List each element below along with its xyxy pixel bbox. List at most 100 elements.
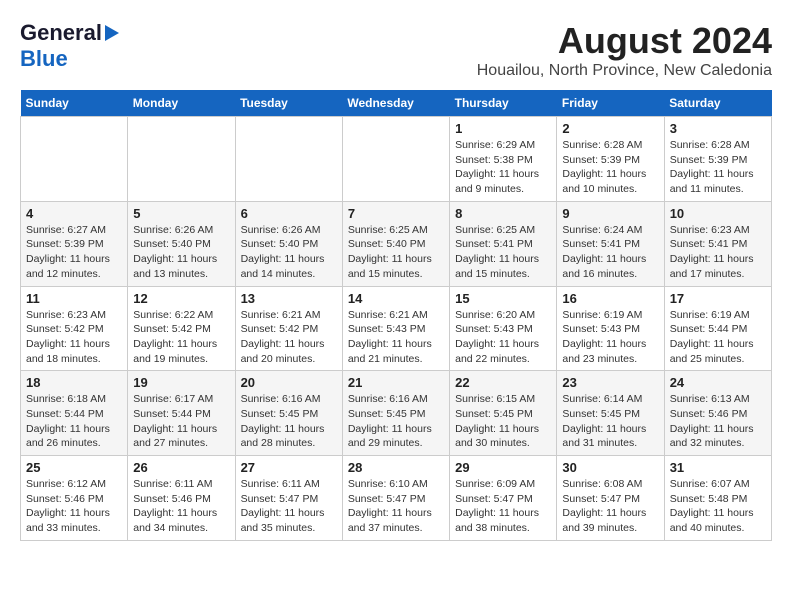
week-row-3: 11 Sunrise: 6:23 AMSunset: 5:42 PMDayligh… bbox=[21, 286, 772, 371]
day-info: Sunrise: 6:19 AMSunset: 5:43 PMDaylight:… bbox=[562, 308, 658, 367]
calendar-cell: 9 Sunrise: 6:24 AMSunset: 5:41 PMDaylight… bbox=[557, 201, 664, 286]
day-info: Sunrise: 6:21 AMSunset: 5:43 PMDaylight:… bbox=[348, 308, 444, 367]
calendar-cell: 1 Sunrise: 6:29 AMSunset: 5:38 PMDaylight… bbox=[450, 117, 557, 202]
day-number: 5 bbox=[133, 206, 229, 221]
calendar-cell: 18 Sunrise: 6:18 AMSunset: 5:44 PMDayligh… bbox=[21, 371, 128, 456]
day-number: 22 bbox=[455, 375, 551, 390]
day-info: Sunrise: 6:25 AMSunset: 5:40 PMDaylight:… bbox=[348, 223, 444, 282]
calendar-cell: 25 Sunrise: 6:12 AMSunset: 5:46 PMDayligh… bbox=[21, 456, 128, 541]
calendar-table: SundayMondayTuesdayWednesdayThursdayFrid… bbox=[20, 90, 772, 541]
calendar-cell: 12 Sunrise: 6:22 AMSunset: 5:42 PMDayligh… bbox=[128, 286, 235, 371]
day-info: Sunrise: 6:11 AMSunset: 5:46 PMDaylight:… bbox=[133, 477, 229, 536]
day-number: 25 bbox=[26, 460, 122, 475]
logo-blue: Blue bbox=[20, 46, 68, 72]
day-number: 6 bbox=[241, 206, 337, 221]
day-info: Sunrise: 6:28 AMSunset: 5:39 PMDaylight:… bbox=[562, 138, 658, 197]
day-number: 17 bbox=[670, 291, 766, 306]
calendar-cell: 21 Sunrise: 6:16 AMSunset: 5:45 PMDayligh… bbox=[342, 371, 449, 456]
day-info: Sunrise: 6:21 AMSunset: 5:42 PMDaylight:… bbox=[241, 308, 337, 367]
day-number: 26 bbox=[133, 460, 229, 475]
day-info: Sunrise: 6:10 AMSunset: 5:47 PMDaylight:… bbox=[348, 477, 444, 536]
day-number: 19 bbox=[133, 375, 229, 390]
calendar-cell: 13 Sunrise: 6:21 AMSunset: 5:42 PMDayligh… bbox=[235, 286, 342, 371]
day-header-tuesday: Tuesday bbox=[235, 90, 342, 117]
week-row-2: 4 Sunrise: 6:27 AMSunset: 5:39 PMDaylight… bbox=[21, 201, 772, 286]
calendar-cell: 2 Sunrise: 6:28 AMSunset: 5:39 PMDaylight… bbox=[557, 117, 664, 202]
day-header-saturday: Saturday bbox=[664, 90, 771, 117]
calendar-cell: 4 Sunrise: 6:27 AMSunset: 5:39 PMDaylight… bbox=[21, 201, 128, 286]
day-number: 20 bbox=[241, 375, 337, 390]
day-info: Sunrise: 6:16 AMSunset: 5:45 PMDaylight:… bbox=[348, 392, 444, 451]
calendar-cell: 27Sunrise: 6:11 AMSunset: 5:47 PMDayligh… bbox=[235, 456, 342, 541]
day-info: Sunrise: 6:08 AMSunset: 5:47 PMDaylight:… bbox=[562, 477, 658, 536]
day-number: 18 bbox=[26, 375, 122, 390]
calendar-cell: 17Sunrise: 6:19 AMSunset: 5:44 PMDayligh… bbox=[664, 286, 771, 371]
day-info: Sunrise: 6:22 AMSunset: 5:42 PMDaylight:… bbox=[133, 308, 229, 367]
calendar-cell: 10 Sunrise: 6:23 AMSunset: 5:41 PMDayligh… bbox=[664, 201, 771, 286]
calendar-cell: 14 Sunrise: 6:21 AMSunset: 5:43 PMDayligh… bbox=[342, 286, 449, 371]
day-info: Sunrise: 6:27 AMSunset: 5:39 PMDaylight:… bbox=[26, 223, 122, 282]
day-info: Sunrise: 6:24 AMSunset: 5:41 PMDaylight:… bbox=[562, 223, 658, 282]
calendar-cell: 15 Sunrise: 6:20 AMSunset: 5:43 PMDayligh… bbox=[450, 286, 557, 371]
week-row-4: 18 Sunrise: 6:18 AMSunset: 5:44 PMDayligh… bbox=[21, 371, 772, 456]
day-number: 12 bbox=[133, 291, 229, 306]
calendar-cell: 7 Sunrise: 6:25 AMSunset: 5:40 PMDaylight… bbox=[342, 201, 449, 286]
day-number: 30 bbox=[562, 460, 658, 475]
day-info: Sunrise: 6:12 AMSunset: 5:46 PMDaylight:… bbox=[26, 477, 122, 536]
day-info: Sunrise: 6:25 AMSunset: 5:41 PMDaylight:… bbox=[455, 223, 551, 282]
calendar-cell bbox=[128, 117, 235, 202]
calendar-cell: 20 Sunrise: 6:16 AMSunset: 5:45 PMDayligh… bbox=[235, 371, 342, 456]
day-number: 9 bbox=[562, 206, 658, 221]
month-title: August 2024 bbox=[477, 20, 772, 62]
day-info: Sunrise: 6:16 AMSunset: 5:45 PMDaylight:… bbox=[241, 392, 337, 451]
calendar-cell: 5Sunrise: 6:26 AMSunset: 5:40 PMDaylight… bbox=[128, 201, 235, 286]
day-header-thursday: Thursday bbox=[450, 90, 557, 117]
week-row-1: 1 Sunrise: 6:29 AMSunset: 5:38 PMDaylight… bbox=[21, 117, 772, 202]
day-info: Sunrise: 6:09 AMSunset: 5:47 PMDaylight:… bbox=[455, 477, 551, 536]
day-number: 29 bbox=[455, 460, 551, 475]
logo-arrow-icon bbox=[105, 25, 119, 41]
calendar-cell: 19 Sunrise: 6:17 AMSunset: 5:44 PMDayligh… bbox=[128, 371, 235, 456]
day-number: 1 bbox=[455, 121, 551, 136]
logo: General Blue bbox=[20, 20, 119, 72]
day-header-monday: Monday bbox=[128, 90, 235, 117]
day-number: 4 bbox=[26, 206, 122, 221]
calendar-cell: 16Sunrise: 6:19 AMSunset: 5:43 PMDayligh… bbox=[557, 286, 664, 371]
day-info: Sunrise: 6:23 AMSunset: 5:41 PMDaylight:… bbox=[670, 223, 766, 282]
day-info: Sunrise: 6:23 AMSunset: 5:42 PMDaylight:… bbox=[26, 308, 122, 367]
day-info: Sunrise: 6:15 AMSunset: 5:45 PMDaylight:… bbox=[455, 392, 551, 451]
day-info: Sunrise: 6:17 AMSunset: 5:44 PMDaylight:… bbox=[133, 392, 229, 451]
day-number: 28 bbox=[348, 460, 444, 475]
location-subtitle: Houailou, North Province, New Caledonia bbox=[477, 62, 772, 80]
title-area: August 2024 Houailou, North Province, Ne… bbox=[477, 20, 772, 80]
day-number: 31 bbox=[670, 460, 766, 475]
calendar-cell: 11 Sunrise: 6:23 AMSunset: 5:42 PMDayligh… bbox=[21, 286, 128, 371]
day-info: Sunrise: 6:13 AMSunset: 5:46 PMDaylight:… bbox=[670, 392, 766, 451]
day-number: 13 bbox=[241, 291, 337, 306]
day-info: Sunrise: 6:29 AMSunset: 5:38 PMDaylight:… bbox=[455, 138, 551, 197]
calendar-cell: 22 Sunrise: 6:15 AMSunset: 5:45 PMDayligh… bbox=[450, 371, 557, 456]
day-number: 14 bbox=[348, 291, 444, 306]
calendar-cell: 3Sunrise: 6:28 AMSunset: 5:39 PMDaylight… bbox=[664, 117, 771, 202]
week-row-5: 25 Sunrise: 6:12 AMSunset: 5:46 PMDayligh… bbox=[21, 456, 772, 541]
calendar-cell bbox=[21, 117, 128, 202]
day-number: 7 bbox=[348, 206, 444, 221]
calendar-cell: 6Sunrise: 6:26 AMSunset: 5:40 PMDaylight… bbox=[235, 201, 342, 286]
calendar-cell: 28 Sunrise: 6:10 AMSunset: 5:47 PMDayligh… bbox=[342, 456, 449, 541]
day-info: Sunrise: 6:18 AMSunset: 5:44 PMDaylight:… bbox=[26, 392, 122, 451]
day-number: 24 bbox=[670, 375, 766, 390]
day-number: 2 bbox=[562, 121, 658, 136]
day-info: Sunrise: 6:14 AMSunset: 5:45 PMDaylight:… bbox=[562, 392, 658, 451]
day-info: Sunrise: 6:28 AMSunset: 5:39 PMDaylight:… bbox=[670, 138, 766, 197]
day-number: 15 bbox=[455, 291, 551, 306]
day-number: 11 bbox=[26, 291, 122, 306]
calendar-cell: 30 Sunrise: 6:08 AMSunset: 5:47 PMDayligh… bbox=[557, 456, 664, 541]
day-number: 21 bbox=[348, 375, 444, 390]
day-number: 8 bbox=[455, 206, 551, 221]
logo-general: General bbox=[20, 20, 102, 46]
calendar-cell: 26 Sunrise: 6:11 AMSunset: 5:46 PMDayligh… bbox=[128, 456, 235, 541]
day-info: Sunrise: 6:20 AMSunset: 5:43 PMDaylight:… bbox=[455, 308, 551, 367]
day-number: 10 bbox=[670, 206, 766, 221]
calendar-cell bbox=[342, 117, 449, 202]
day-header-sunday: Sunday bbox=[21, 90, 128, 117]
